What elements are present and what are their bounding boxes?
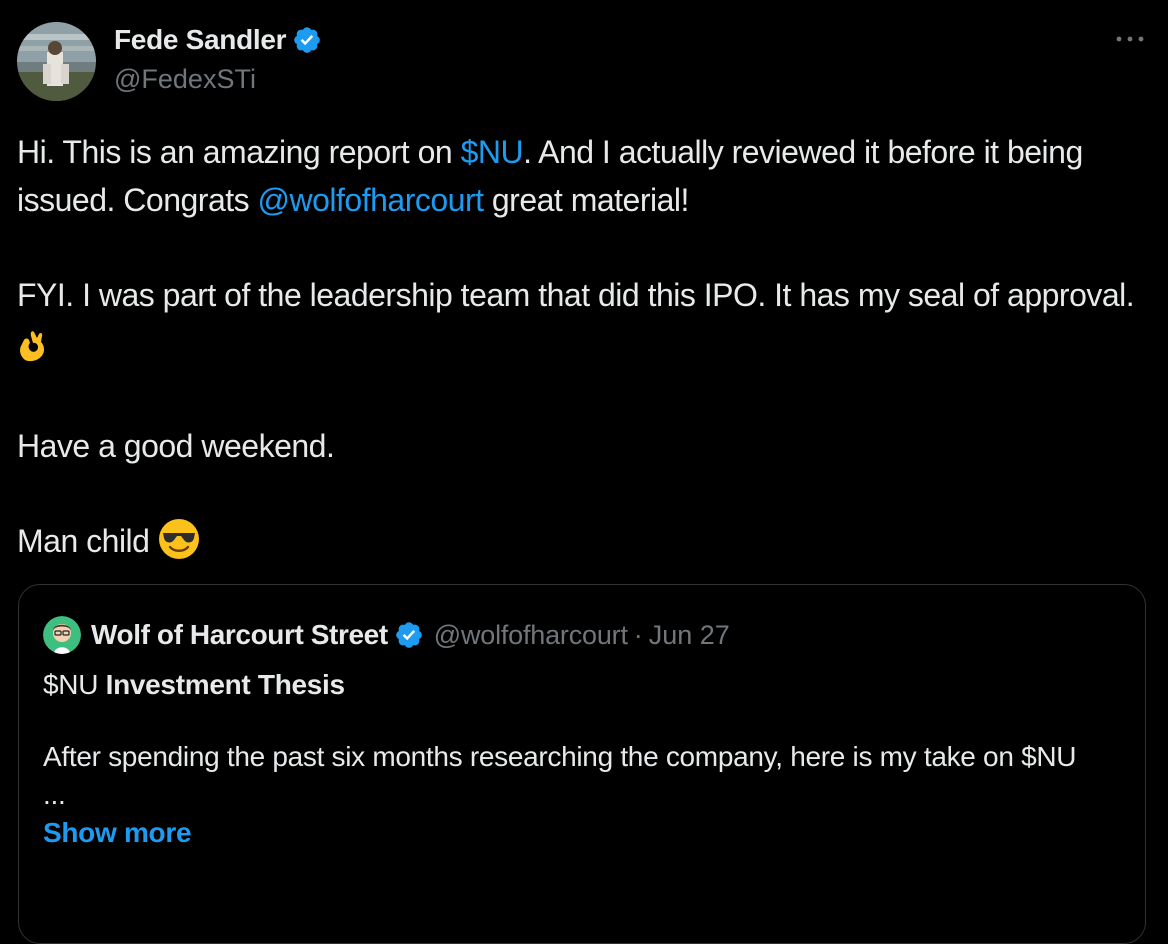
- separator-dot: ·: [633, 619, 643, 650]
- verified-badge-icon: [394, 620, 424, 650]
- quoted-author-display-name[interactable]: Wolf of Harcourt Street: [91, 619, 388, 651]
- quoted-tweet-text: After spending the past six months resea…: [43, 741, 1077, 772]
- verified-badge-icon[interactable]: [292, 25, 322, 55]
- quoted-tweet-body: $NU Investment Thesis After spending the…: [43, 665, 1123, 853]
- author-name-row: Fede Sandler: [114, 22, 322, 58]
- tweet-text-segment: FYI. I was part of the leadership team t…: [17, 277, 1135, 313]
- author-avatar[interactable]: [17, 22, 96, 101]
- quoted-author-handle[interactable]: @wolfofharcourt: [434, 620, 628, 651]
- quoted-tweet-header: Wolf of Harcourt Street @wolfofharcourt …: [43, 616, 730, 654]
- show-more-link[interactable]: Show more: [43, 817, 192, 848]
- tweet-paragraph-1: Hi. This is an amazing report on $NU. An…: [17, 128, 1152, 224]
- author-display-name[interactable]: Fede Sandler: [114, 24, 287, 56]
- quoted-title-cashtag: $NU: [43, 669, 99, 700]
- quoted-tweet-date[interactable]: Jun 27: [649, 620, 730, 651]
- author-handle[interactable]: @FedexSTi: [114, 64, 256, 95]
- mention-link[interactable]: @wolfofharcourt: [258, 182, 484, 218]
- quoted-tweet-ellipsis: ...: [43, 779, 66, 810]
- more-horizontal-icon[interactable]: [1110, 24, 1150, 54]
- quoted-tweet-card[interactable]: Wolf of Harcourt Street @wolfofharcourt …: [18, 584, 1146, 944]
- ok-hand-emoji: [17, 326, 47, 375]
- tweet-text: Hi. This is an amazing report on $NU. An…: [17, 128, 1152, 573]
- sunglasses-emoji: [158, 518, 200, 573]
- tweet-text-segment: great material!: [483, 182, 690, 218]
- cashtag-link[interactable]: $NU: [461, 134, 524, 170]
- quoted-author-avatar[interactable]: [43, 616, 81, 654]
- quoted-title-bold: Investment Thesis: [105, 669, 346, 700]
- tweet-paragraph-4: Man child: [17, 517, 1152, 573]
- tweet-text-segment: Man child: [17, 523, 150, 559]
- tweet-text-segment: Hi. This is an amazing report on: [17, 134, 461, 170]
- tweet-paragraph-2: FYI. I was part of the leadership team t…: [17, 271, 1152, 375]
- tweet-paragraph-3: Have a good weekend.: [17, 428, 335, 464]
- tweet: Fede Sandler @FedexSTi Hi. This is an am…: [0, 0, 1168, 944]
- quoted-tweet-title: $NU Investment Thesis: [43, 665, 1123, 705]
